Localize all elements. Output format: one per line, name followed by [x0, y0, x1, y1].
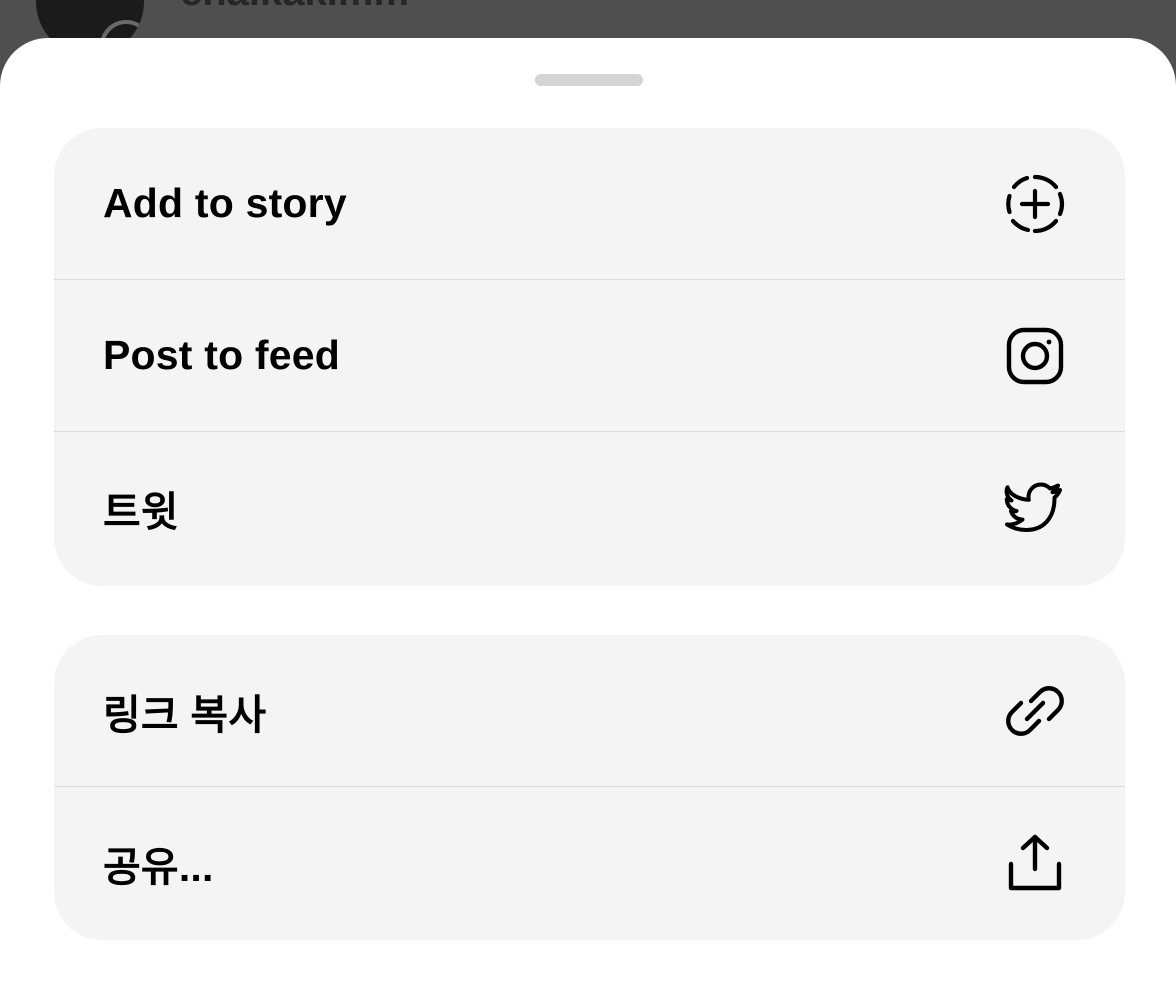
drag-handle[interactable] — [535, 74, 643, 86]
tweet-button[interactable]: 트윗 — [54, 432, 1125, 584]
instagram-icon — [1003, 324, 1067, 388]
primary-actions-group: Add to story Post to feed 트윗 — [54, 128, 1125, 586]
add-story-icon — [1003, 172, 1067, 236]
add-to-story-label: Add to story — [103, 180, 347, 226]
post-to-feed-label: Post to feed — [103, 332, 341, 378]
post-to-feed-button[interactable]: Post to feed — [54, 280, 1125, 432]
tweet-label: 트윗 — [103, 489, 179, 535]
background-username: chaikakimm — [180, 0, 409, 15]
share-sheet: Add to story Post to feed 트윗 링크 복사 공유... — [0, 38, 1176, 1004]
share-icon — [1003, 831, 1067, 895]
copy-link-button[interactable]: 링크 복사 — [54, 635, 1125, 787]
twitter-icon — [1003, 476, 1067, 540]
copy-link-label: 링크 복사 — [103, 691, 267, 738]
share-more-label: 공유... — [103, 844, 214, 890]
add-to-story-button[interactable]: Add to story — [54, 128, 1125, 280]
secondary-actions-group: 링크 복사 공유... — [54, 635, 1125, 940]
share-more-button[interactable]: 공유... — [54, 787, 1125, 939]
link-icon — [1003, 679, 1067, 743]
